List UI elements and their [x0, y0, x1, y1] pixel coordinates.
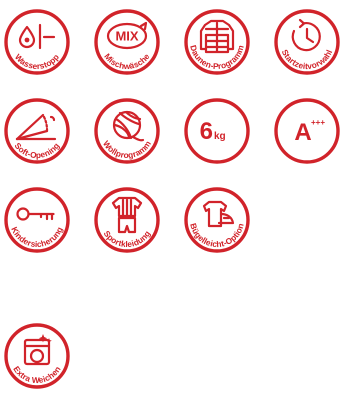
badge-soft-opening: Soft-Opening — [3, 97, 71, 165]
energy-class-plus: +++ — [311, 118, 325, 127]
badge-extra-weichen: Extra Weichen — [3, 322, 71, 390]
badge-kindersicherung: Kindersicherung — [3, 186, 71, 254]
timer-icon: Startzeitvorwahl — [274, 9, 340, 75]
badge-wasserstopp: Wasserstopp — [3, 8, 71, 76]
energy-class-letter: A — [294, 119, 311, 146]
sportswear-icon: Sportkleidung — [94, 187, 160, 253]
badge-startzeitvorwahl: Startzeitvorwahl — [273, 8, 341, 76]
capacity-value: 6 — [200, 118, 213, 145]
badge-energy-class: A +++ — [273, 97, 341, 165]
wool-ball-icon: Wollprogramm — [94, 98, 160, 164]
extra-soft-icon: Extra Weichen — [4, 323, 70, 389]
energy-class-icon: A +++ — [274, 98, 340, 164]
soft-opening-icon: Soft-Opening — [4, 98, 70, 164]
badge-capacity: 6 kg — [183, 97, 251, 165]
mix-glyph: MIX — [115, 29, 138, 44]
badge-buegelleicht-option: Bügelleicht-Option — [183, 186, 251, 254]
badge-mischwaesche: MIX Mischwäsche — [93, 8, 161, 76]
badge-daunen-programm: Daunen-Programm — [183, 8, 251, 76]
water-stop-icon: Wasserstopp — [4, 9, 70, 75]
key-icon: Kindersicherung — [4, 187, 70, 253]
capacity-icon: 6 kg — [184, 98, 250, 164]
capacity-unit: kg — [214, 131, 226, 142]
badge-sportkleidung: Sportkleidung — [93, 186, 161, 254]
easy-iron-icon: Bügelleicht-Option — [184, 187, 250, 253]
down-jacket-icon: Daunen-Programm — [184, 9, 250, 75]
badge-wollprogramm: Wollprogramm — [93, 97, 161, 165]
mix-icon: MIX Mischwäsche — [94, 9, 160, 75]
